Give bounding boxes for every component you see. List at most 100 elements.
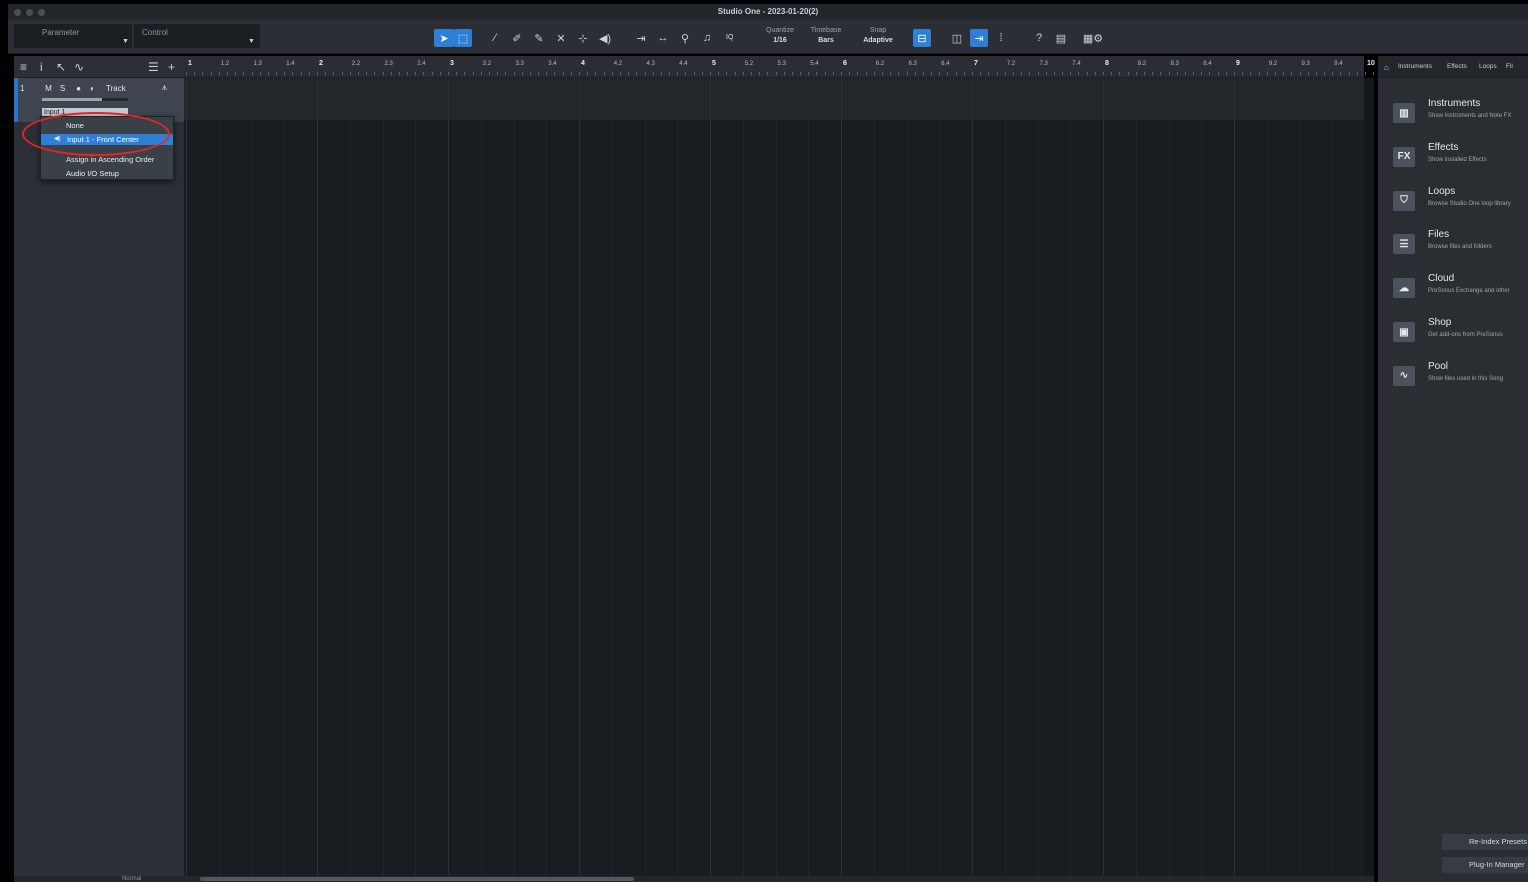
timebase-field[interactable]: Timebase Bars (806, 26, 846, 46)
horizontal-scrollbar[interactable] (14, 876, 1374, 882)
grid-line (1299, 78, 1301, 876)
metronome-button[interactable]: ♫ (698, 29, 716, 47)
menu-item-audio-io-setup[interactable]: Audio I/O Setup (41, 168, 173, 179)
ruler-tick (226, 72, 228, 75)
split-tool-button[interactable]: ⁄ (486, 29, 504, 47)
ruler-tick (685, 72, 687, 75)
timeline-ruler[interactable]: 1 1.2 1.3 1.4 2 2.2 2.3 2.4 3 3.2 3.3 3.4 4 4.2 4.3 4.4… (184, 56, 1391, 78)
mute-tool-button[interactable]: ✕ (552, 29, 570, 47)
grid-line (841, 78, 842, 876)
tab-effects[interactable]: Effects (1447, 63, 1467, 70)
volume-fader[interactable] (42, 98, 128, 101)
ruler-label: 3 (450, 60, 454, 67)
ruler-tick (513, 72, 515, 75)
browser-item-effects[interactable]: FX Effects Show installed Effects (1378, 142, 1528, 182)
help-button[interactable]: ? (1030, 29, 1048, 47)
cursor-follow-button[interactable]: ⁞ (992, 29, 1010, 47)
grid-line (1103, 78, 1104, 876)
ruler-tick (791, 72, 793, 75)
automation-icon[interactable]: ∿ (74, 60, 84, 74)
grid-line (1168, 78, 1170, 876)
home-icon[interactable]: ⌂ (1384, 63, 1389, 72)
add-track-icon[interactable]: + (168, 60, 175, 74)
zoom-fit-button[interactable]: ↔ (654, 29, 672, 47)
browser-item-desc: Show Instruments and Note FX (1428, 113, 1512, 119)
ruler-tick (382, 72, 384, 75)
ruler-tick (1250, 72, 1252, 75)
menu-item-input-1[interactable]: ◀) Input 1 - Front Center (41, 134, 173, 145)
ruler-tick (800, 72, 802, 75)
arrow-tool-button[interactable]: ➤ (434, 29, 454, 47)
vertical-scrollbar[interactable] (1364, 78, 1374, 876)
ruler-tick (538, 72, 540, 75)
parameter-field[interactable]: Parameter ▼ (14, 24, 132, 48)
iq-button[interactable]: IQ (726, 33, 733, 43)
grid-line (644, 78, 646, 876)
auto-scroll-follow-button[interactable]: ⇥ (970, 29, 988, 47)
list-options-icon[interactable]: ☰ (148, 60, 159, 74)
track-lane[interactable] (184, 78, 1364, 120)
zoom-button[interactable]: ⚲ (676, 29, 694, 47)
snap-field[interactable]: Snap Adaptive (856, 26, 900, 46)
video-button[interactable]: ▤ (1052, 29, 1070, 47)
snap-toggle-button[interactable]: ⊟ (913, 29, 931, 47)
scroll-thumb[interactable] (200, 877, 634, 881)
arrange-view[interactable] (184, 78, 1366, 876)
ruler-tick (742, 72, 744, 75)
tab-files[interactable]: Fil (1506, 63, 1513, 70)
control-field[interactable]: Control ▼ (134, 24, 260, 48)
ruler-label: 1 (188, 60, 192, 67)
cloud-icon: ☁ (1393, 278, 1415, 299)
solo-button[interactable]: S (56, 83, 69, 94)
track-list-menu-icon[interactable]: ≡ (20, 60, 27, 74)
reindex-presets-button[interactable]: Re-Index Presets (1442, 834, 1528, 850)
browser-item-loops[interactable]: ⛉ Loops Browse Studio One loop library (1378, 186, 1528, 226)
ruler-tick (1283, 72, 1285, 75)
browser-item-cloud[interactable]: ☁ Cloud PreSonus Exchange and other (1378, 273, 1528, 313)
track-name[interactable]: Track (106, 84, 126, 93)
ruler-label: 1.3 (253, 61, 262, 67)
mute-button[interactable]: M (42, 83, 55, 94)
eraser-icon: ✐ (512, 32, 522, 45)
ruler-tick (873, 72, 875, 75)
view-options-button[interactable]: ▦⚙ (1078, 29, 1108, 47)
inspector-icon[interactable]: i (40, 60, 43, 74)
autoscroll-button[interactable]: ⇥ (632, 29, 650, 47)
ruler-tick (1340, 72, 1342, 75)
browser-item-shop[interactable]: ▣ Shop Get add-ons from PreSonus (1378, 317, 1528, 357)
quantize-field[interactable]: Quantize 1/16 (760, 26, 800, 46)
ruler-tick (980, 72, 982, 75)
tab-instruments[interactable]: Instruments (1398, 63, 1432, 70)
monitor-button[interactable]: ◐ (86, 83, 99, 94)
ruler-tick (955, 72, 957, 75)
browser-item-title: Files (1428, 229, 1450, 241)
bend-tool-button[interactable]: ⊹ (574, 29, 592, 47)
browser-item-title: Cloud (1428, 273, 1455, 285)
browser-item-desc: Browse Studio One loop library (1428, 200, 1511, 207)
ruler-tick (1135, 72, 1137, 75)
browser-item-instruments[interactable]: ▥ Instruments Show Instruments and Note FX (1378, 98, 1528, 138)
ruler-tick (963, 72, 965, 75)
browser-panel: ⌂ Instruments Effects Loops Fil ▥ Instrum… (1378, 56, 1528, 882)
ruler-tick (931, 72, 933, 75)
listen-tool-button[interactable]: ◀) (596, 29, 614, 47)
track-list-toolbar: ≡ i ↖ ∿ ☰ + (14, 56, 184, 78)
eraser-tool-button[interactable]: ✐ (508, 29, 526, 47)
range-tool-button[interactable]: ⬚ (454, 29, 472, 47)
ruler-tick (374, 72, 376, 75)
tools-icon[interactable]: ↖ (56, 60, 66, 74)
menu-item-none[interactable]: None (41, 120, 173, 131)
browser-item-desc: Show installed Effects (1428, 156, 1487, 163)
ruler-tick (611, 72, 613, 75)
layer-button[interactable]: ◫ (948, 29, 966, 47)
record-arm-button[interactable]: ● (72, 83, 85, 94)
paint-tool-button[interactable]: ✎ (530, 29, 548, 47)
tab-loops[interactable]: Loops (1479, 63, 1497, 70)
plugin-manager-button[interactable]: Plug-In Manager (1442, 857, 1528, 873)
ruler-tick (865, 72, 867, 75)
timebase-value: Bars (818, 37, 834, 44)
browser-item-desc: Get add-ons from PreSonus (1428, 332, 1503, 338)
browser-item-pool[interactable]: ∿ Pool Show files used in this Song (1378, 361, 1528, 401)
browser-item-files[interactable]: ☰ Files Browse files and folders (1378, 229, 1528, 269)
menu-item-assign-ascending[interactable]: Assign in Ascending Order (41, 154, 173, 165)
